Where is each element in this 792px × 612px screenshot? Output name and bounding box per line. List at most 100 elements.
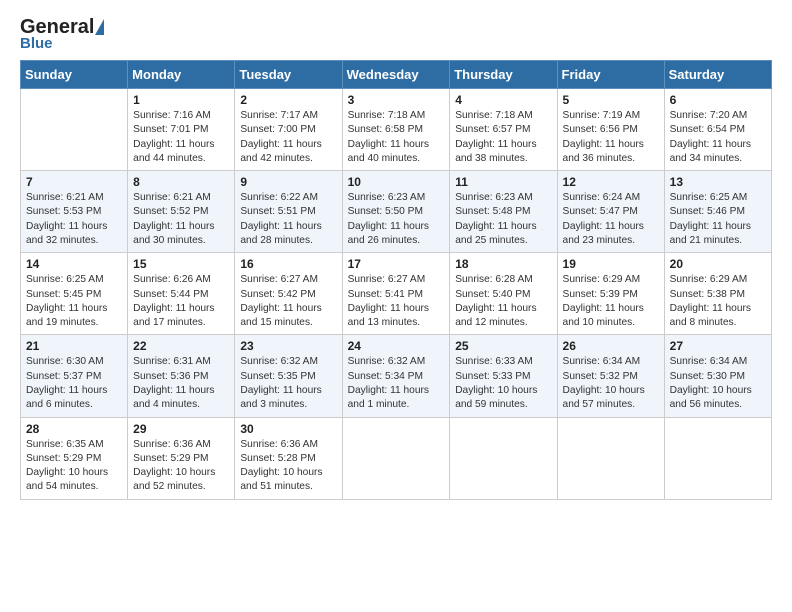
cell-content: Sunrise: 6:34 AM Sunset: 5:32 PM Dayligh… [563,355,659,412]
logo-triangle-icon [95,19,104,35]
day-number: 25 [455,339,551,353]
cell-content: Sunrise: 7:18 AM Sunset: 6:58 PM Dayligh… [348,109,445,166]
cell-content: Sunrise: 6:31 AM Sunset: 5:36 PM Dayligh… [133,355,229,412]
day-number: 28 [26,422,122,436]
day-number: 9 [240,175,336,189]
cell-content: Sunrise: 6:29 AM Sunset: 5:38 PM Dayligh… [670,273,766,330]
day-number: 23 [240,339,336,353]
day-number: 29 [133,422,229,436]
calendar-cell [450,417,557,499]
calendar-cell: 2Sunrise: 7:17 AM Sunset: 7:00 PM Daylig… [235,89,342,171]
day-header-wednesday: Wednesday [342,61,450,89]
day-header-sunday: Sunday [21,61,128,89]
cell-content: Sunrise: 6:34 AM Sunset: 5:30 PM Dayligh… [670,355,766,412]
calendar-cell: 23 Sunrise: 6:32 AM Sunset: 5:35 PM Dayli… [235,335,342,417]
calendar-cell: 29 Sunrise: 6:36 AM Sunset: 5:29 PM Dayli… [128,417,235,499]
calendar-cell: 22 Sunrise: 6:31 AM Sunset: 5:36 PM Dayli… [128,335,235,417]
calendar-cell: 16 Sunrise: 6:27 AM Sunset: 5:42 PM Dayli… [235,253,342,335]
day-header-tuesday: Tuesday [235,61,342,89]
day-number: 2 [240,93,336,107]
day-number: 22 [133,339,229,353]
day-header-monday: Monday [128,61,235,89]
calendar-cell [21,89,128,171]
page-header: General Blue [20,16,772,52]
day-number: 8 [133,175,229,189]
day-number: 21 [26,339,122,353]
day-number: 26 [563,339,659,353]
cell-content: Sunrise: 6:21 AM Sunset: 5:52 PM Dayligh… [133,191,229,248]
calendar-cell: 25 Sunrise: 6:33 AM Sunset: 5:33 PM Dayli… [450,335,557,417]
cell-content: Sunrise: 6:23 AM Sunset: 5:50 PM Dayligh… [348,191,445,248]
calendar-cell: 18 Sunrise: 6:28 AM Sunset: 5:40 PM Dayli… [450,253,557,335]
day-number: 13 [670,175,766,189]
cell-content: Sunrise: 7:20 AM Sunset: 6:54 PM Dayligh… [670,109,766,166]
day-header-friday: Friday [557,61,664,89]
calendar-table: SundayMondayTuesdayWednesdayThursdayFrid… [20,60,772,500]
calendar-cell: 10 Sunrise: 6:23 AM Sunset: 5:50 PM Dayli… [342,171,450,253]
calendar-cell: 1 Sunrise: 7:16 AM Sunset: 7:01 PM Daylig… [128,89,235,171]
calendar-cell: 6 Sunrise: 7:20 AM Sunset: 6:54 PM Daylig… [664,89,771,171]
cell-content: Sunrise: 6:25 AM Sunset: 5:45 PM Dayligh… [26,273,122,330]
calendar-cell: 9 Sunrise: 6:22 AM Sunset: 5:51 PM Daylig… [235,171,342,253]
day-number: 15 [133,257,229,271]
calendar-cell: 4 Sunrise: 7:18 AM Sunset: 6:57 PM Daylig… [450,89,557,171]
cell-content: Sunrise: 7:16 AM Sunset: 7:01 PM Dayligh… [133,109,229,166]
day-number: 7 [26,175,122,189]
calendar-cell: 27 Sunrise: 6:34 AM Sunset: 5:30 PM Dayli… [664,335,771,417]
day-number: 3 [348,93,445,107]
calendar-week-row: 21 Sunrise: 6:30 AM Sunset: 5:37 PM Dayli… [21,335,772,417]
calendar-cell: 28 Sunrise: 6:35 AM Sunset: 5:29 PM Dayli… [21,417,128,499]
cell-content: Sunrise: 6:36 AM Sunset: 5:28 PM Dayligh… [240,438,336,495]
cell-content: Sunrise: 6:33 AM Sunset: 5:33 PM Dayligh… [455,355,551,412]
day-number: 16 [240,257,336,271]
cell-content: Sunrise: 6:36 AM Sunset: 5:29 PM Dayligh… [133,438,229,495]
logo-blue: Blue [20,35,53,52]
calendar-cell: 26 Sunrise: 6:34 AM Sunset: 5:32 PM Dayli… [557,335,664,417]
calendar-cell: 30 Sunrise: 6:36 AM Sunset: 5:28 PM Dayli… [235,417,342,499]
day-number: 5 [563,93,659,107]
day-number: 27 [670,339,766,353]
cell-content: Sunrise: 7:19 AM Sunset: 6:56 PM Dayligh… [563,109,659,166]
calendar-cell: 12Sunrise: 6:24 AM Sunset: 5:47 PM Dayli… [557,171,664,253]
calendar-week-row: 1 Sunrise: 7:16 AM Sunset: 7:01 PM Daylig… [21,89,772,171]
calendar-cell: 7 Sunrise: 6:21 AM Sunset: 5:53 PM Daylig… [21,171,128,253]
calendar-cell: 14 Sunrise: 6:25 AM Sunset: 5:45 PM Dayli… [21,253,128,335]
calendar-cell: 15 Sunrise: 6:26 AM Sunset: 5:44 PM Dayli… [128,253,235,335]
calendar-cell: 21 Sunrise: 6:30 AM Sunset: 5:37 PM Dayli… [21,335,128,417]
cell-content: Sunrise: 6:27 AM Sunset: 5:41 PM Dayligh… [348,273,445,330]
cell-content: Sunrise: 6:22 AM Sunset: 5:51 PM Dayligh… [240,191,336,248]
cell-content: Sunrise: 6:30 AM Sunset: 5:37 PM Dayligh… [26,355,122,412]
day-number: 18 [455,257,551,271]
day-number: 12 [563,175,659,189]
day-number: 4 [455,93,551,107]
cell-content: Sunrise: 6:35 AM Sunset: 5:29 PM Dayligh… [26,438,122,495]
day-number: 20 [670,257,766,271]
cell-content: Sunrise: 7:18 AM Sunset: 6:57 PM Dayligh… [455,109,551,166]
calendar-cell: 17Sunrise: 6:27 AM Sunset: 5:41 PM Dayli… [342,253,450,335]
calendar-cell: 13 Sunrise: 6:25 AM Sunset: 5:46 PM Dayli… [664,171,771,253]
day-number: 30 [240,422,336,436]
calendar-cell: 24Sunrise: 6:32 AM Sunset: 5:34 PM Dayli… [342,335,450,417]
day-header-thursday: Thursday [450,61,557,89]
cell-content: Sunrise: 6:21 AM Sunset: 5:53 PM Dayligh… [26,191,122,248]
calendar-cell [342,417,450,499]
day-number: 19 [563,257,659,271]
day-header-saturday: Saturday [664,61,771,89]
day-number: 24 [348,339,445,353]
day-number: 14 [26,257,122,271]
cell-content: Sunrise: 6:25 AM Sunset: 5:46 PM Dayligh… [670,191,766,248]
cell-content: Sunrise: 6:27 AM Sunset: 5:42 PM Dayligh… [240,273,336,330]
calendar-header-row: SundayMondayTuesdayWednesdayThursdayFrid… [21,61,772,89]
calendar-week-row: 14 Sunrise: 6:25 AM Sunset: 5:45 PM Dayli… [21,253,772,335]
cell-content: Sunrise: 6:28 AM Sunset: 5:40 PM Dayligh… [455,273,551,330]
cell-content: Sunrise: 6:32 AM Sunset: 5:35 PM Dayligh… [240,355,336,412]
cell-content: Sunrise: 6:23 AM Sunset: 5:48 PM Dayligh… [455,191,551,248]
day-number: 6 [670,93,766,107]
day-number: 10 [348,175,445,189]
day-number: 1 [133,93,229,107]
calendar-week-row: 28 Sunrise: 6:35 AM Sunset: 5:29 PM Dayli… [21,417,772,499]
day-number: 11 [455,175,551,189]
calendar-cell [557,417,664,499]
calendar-week-row: 7 Sunrise: 6:21 AM Sunset: 5:53 PM Daylig… [21,171,772,253]
cell-content: Sunrise: 6:26 AM Sunset: 5:44 PM Dayligh… [133,273,229,330]
